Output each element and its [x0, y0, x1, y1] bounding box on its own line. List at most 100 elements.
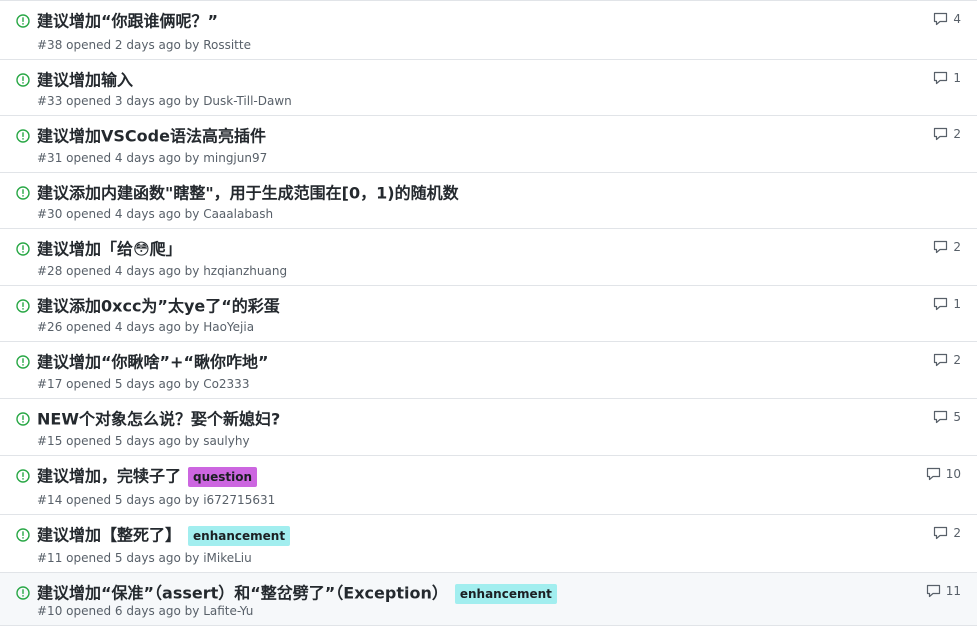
issue-opened-icon — [16, 354, 30, 369]
comment-count: 1 — [953, 297, 961, 311]
issue-title-link[interactable]: 建议增加，完犊子了 — [37, 467, 181, 486]
issue-title-link[interactable]: 建议增加【整死了】 — [37, 526, 181, 545]
issue-row: 建议增加【整死了】 enhancement #11 opened 5 days ag… — [0, 515, 977, 573]
comments-link[interactable]: 5 — [933, 410, 961, 424]
issue-title-line: 建议增加VSCode语法高亮插件 — [37, 124, 887, 148]
comments-link[interactable]: 10 — [926, 467, 961, 481]
issue-opened-icon — [16, 527, 30, 542]
issue-title-line: 建议添加0xcc为”太ye了“的彩蛋 — [37, 294, 887, 318]
comments-link[interactable]: 2 — [933, 353, 961, 367]
comment-count: 2 — [953, 353, 961, 367]
issue-title-link[interactable]: 建议增加“保准”（assert）和“整岔劈了”（Exception） — [37, 584, 448, 603]
comment-icon — [933, 410, 948, 424]
comments-link[interactable]: 4 — [933, 12, 961, 26]
issue-row: 建议增加“你跟谁俩呢？” #38 opened 2 days ago by Ros… — [0, 1, 977, 60]
comments-link[interactable]: 2 — [933, 526, 961, 540]
issue-author-link[interactable]: i672715631 — [203, 493, 275, 507]
issue-meta: #31 opened 4 days ago by mingjun97 — [37, 151, 267, 165]
comments-link[interactable]: 2 — [933, 127, 961, 141]
comments-link[interactable]: 1 — [933, 71, 961, 85]
comment-count: 2 — [953, 526, 961, 540]
issue-row: NEW个对象怎么说？娶个新媳妇? #15 opened 5 days ago by… — [0, 399, 977, 456]
issue-author-link[interactable]: hzqianzhuang — [203, 264, 287, 278]
comment-count: 5 — [953, 410, 961, 424]
issue-opened-icon — [16, 185, 30, 200]
issue-title-line: 建议增加“你跟谁俩呢？” — [37, 9, 887, 33]
issue-title-link[interactable]: 建议增加输入 — [37, 71, 133, 90]
issue-opened-icon — [16, 13, 30, 28]
issue-title-link[interactable]: 建议添加0xcc为”太ye了“的彩蛋 — [37, 297, 280, 316]
issue-author-link[interactable]: saulyhy — [203, 434, 249, 448]
comment-count: 10 — [945, 467, 961, 481]
issue-meta: #30 opened 4 days ago by Caaalabash — [37, 207, 273, 221]
issue-title-line: 建议增加输入 — [37, 68, 887, 92]
issue-number: #33 — [37, 94, 63, 108]
issue-title-line: 建议添加内建函数"瞎整"，用于生成范围在[0，1)的随机数 — [37, 181, 887, 205]
issue-row: 建议添加0xcc为”太ye了“的彩蛋 #26 opened 4 days ago … — [0, 286, 977, 342]
comments-link[interactable]: 11 — [926, 584, 961, 598]
label-enhancement[interactable]: enhancement — [188, 525, 291, 546]
issue-opened-icon — [16, 585, 30, 600]
issue-opened-text: opened 5 days ago by — [66, 551, 200, 565]
issue-title-link[interactable]: NEW个对象怎么说？娶个新媳妇? — [37, 410, 280, 429]
label-enhancement[interactable]: enhancement — [454, 583, 557, 604]
issue-title-link[interactable]: 建议增加“你跟谁俩呢？” — [37, 12, 218, 31]
issue-number: #28 — [37, 264, 63, 278]
issue-meta: #28 opened 4 days ago by hzqianzhuang — [37, 264, 287, 278]
issue-opened-text: opened 4 days ago by — [66, 151, 200, 165]
comment-icon — [933, 240, 948, 254]
issue-meta: #11 opened 5 days ago by iMikeLiu — [37, 551, 252, 565]
issue-opened-icon — [16, 72, 30, 87]
issue-title-link[interactable]: 建议增加「给😳爬」 — [37, 240, 182, 259]
issue-author-link[interactable]: Co2333 — [203, 377, 249, 391]
issue-row: 建议增加「给😳爬」 #28 opened 4 days ago by hzqian… — [0, 229, 977, 286]
issue-title-line: 建议增加，完犊子了 question — [37, 464, 887, 488]
issue-number: #38 — [37, 38, 63, 52]
issue-number: #31 — [37, 151, 63, 165]
issue-opened-text: opened 6 days ago by — [66, 604, 200, 618]
issue-author-link[interactable]: mingjun97 — [203, 151, 267, 165]
issue-number: #11 — [37, 551, 63, 565]
issue-opened-text: opened 5 days ago by — [66, 434, 200, 448]
comment-icon — [933, 297, 948, 311]
comment-icon — [933, 353, 948, 367]
issue-author-link[interactable]: iMikeLiu — [203, 551, 252, 565]
issue-opened-text: opened 2 days ago by — [66, 38, 200, 52]
issue-meta: #15 opened 5 days ago by saulyhy — [37, 434, 250, 448]
issue-author-link[interactable]: Caaalabash — [203, 207, 273, 221]
comment-count: 1 — [953, 71, 961, 85]
comment-icon — [926, 584, 941, 598]
issue-number: #17 — [37, 377, 63, 391]
issue-opened-text: opened 4 days ago by — [66, 264, 200, 278]
issue-opened-icon — [16, 468, 30, 483]
issue-opened-text: opened 5 days ago by — [66, 493, 200, 507]
issue-meta: #10 opened 6 days ago by Lafite-Yu — [37, 604, 253, 618]
issue-meta: #38 opened 2 days ago by Rossitte — [37, 38, 251, 52]
comments-link[interactable]: 2 — [933, 240, 961, 254]
comment-count: 4 — [953, 12, 961, 26]
issue-title-link[interactable]: 建议添加内建函数"瞎整"，用于生成范围在[0，1)的随机数 — [37, 184, 459, 203]
issue-title-line: NEW个对象怎么说？娶个新媳妇? — [37, 407, 887, 431]
issue-opened-icon — [16, 411, 30, 426]
issue-title-line: 建议增加【整死了】 enhancement — [37, 523, 887, 547]
issue-author-link[interactable]: Lafite-Yu — [203, 604, 253, 618]
issue-number: #10 — [37, 604, 63, 618]
issue-author-link[interactable]: Dusk-Till-Dawn — [203, 94, 292, 108]
label-question[interactable]: question — [188, 466, 258, 487]
comments-link[interactable]: 1 — [933, 297, 961, 311]
comment-count: 11 — [945, 584, 961, 598]
issue-opened-text: opened 3 days ago by — [66, 94, 200, 108]
issue-title-link[interactable]: 建议增加“你瞅啥”+“瞅你咋地” — [37, 353, 268, 372]
issue-meta: #33 opened 3 days ago by Dusk-Till-Dawn — [37, 94, 292, 108]
issue-row: 建议增加VSCode语法高亮插件 #31 opened 4 days ago by… — [0, 116, 977, 173]
comment-count: 2 — [953, 240, 961, 254]
issue-opened-icon — [16, 298, 30, 313]
issue-number: #30 — [37, 207, 63, 221]
comment-icon — [933, 12, 948, 26]
issue-opened-icon — [16, 128, 30, 143]
issue-title-link[interactable]: 建议增加VSCode语法高亮插件 — [37, 127, 266, 146]
issue-row: 建议增加“保准”（assert）和“整岔劈了”（Exception） enhanc… — [0, 573, 977, 626]
issue-author-link[interactable]: HaoYejia — [203, 320, 254, 334]
issue-author-link[interactable]: Rossitte — [203, 38, 251, 52]
issue-opened-text: opened 5 days ago by — [66, 377, 200, 391]
